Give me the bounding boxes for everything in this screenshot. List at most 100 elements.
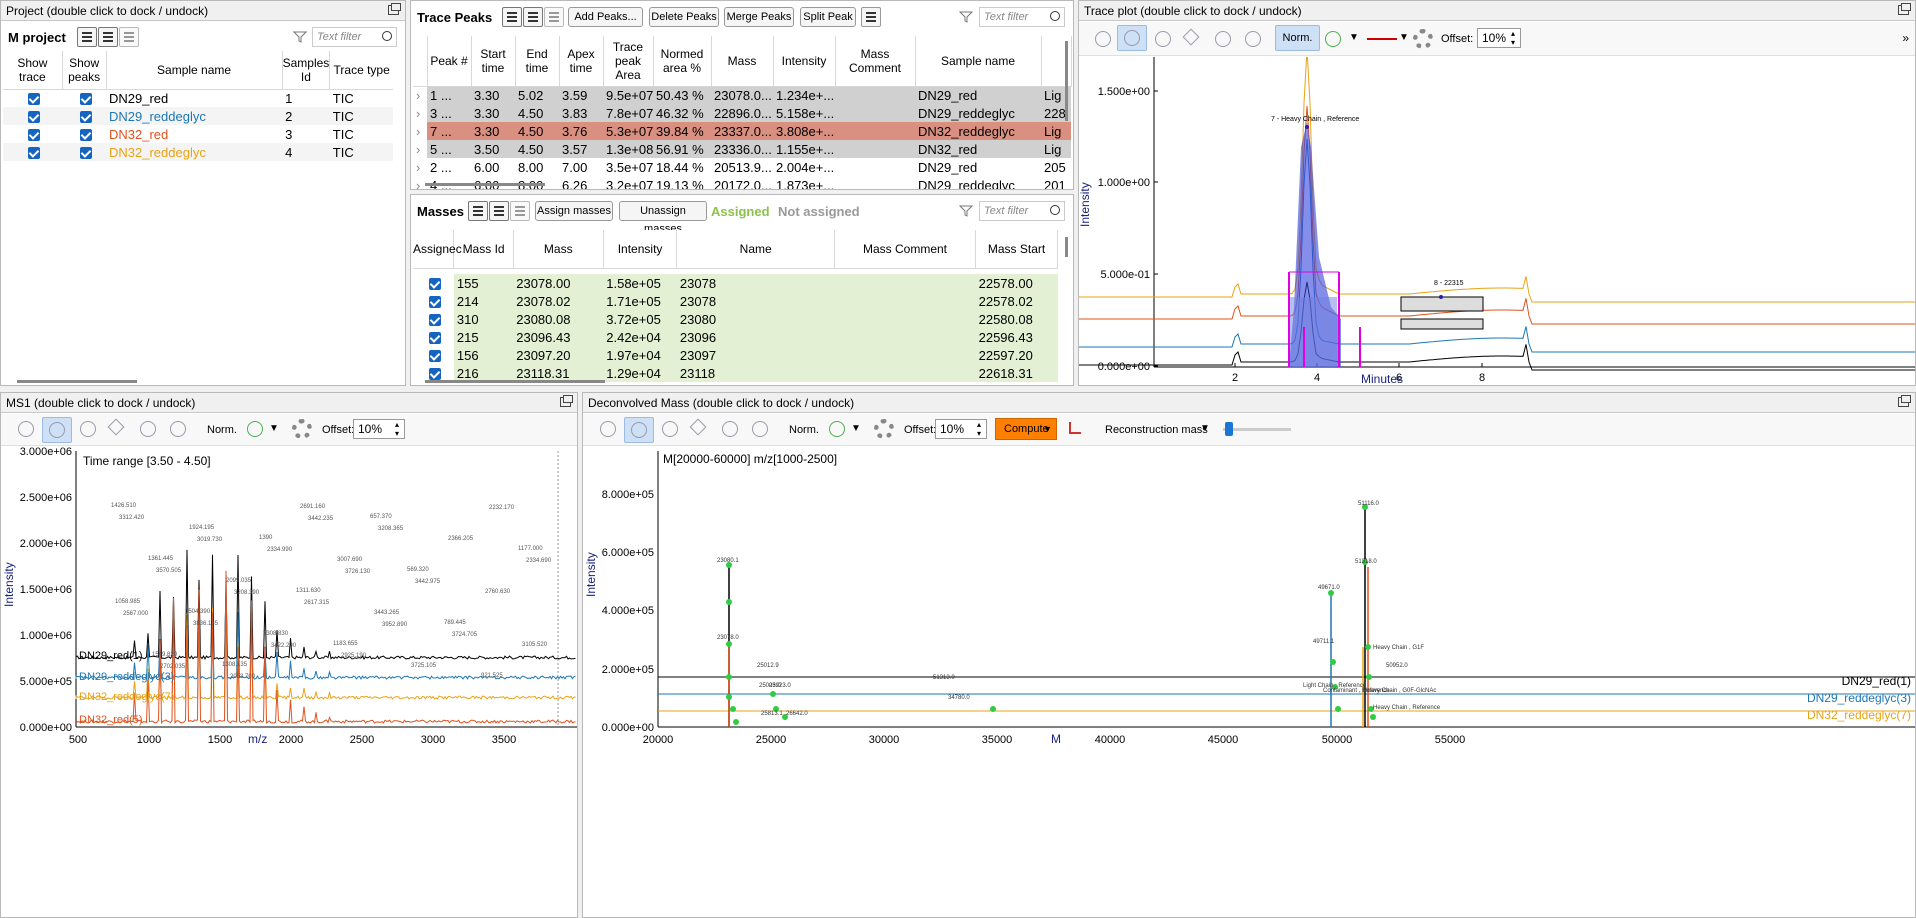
col-samples-id[interactable]: Samples Id xyxy=(282,51,331,90)
offset-spinbox[interactable]: 10% xyxy=(1477,28,1521,48)
horizontal-scrollbar[interactable] xyxy=(425,183,545,186)
undock-icon[interactable] xyxy=(1898,3,1911,15)
assigned-checkbox[interactable] xyxy=(428,296,441,309)
sort-desc-icon[interactable] xyxy=(489,201,509,221)
settings-gear-icon[interactable] xyxy=(874,419,894,439)
pan-icon[interactable] xyxy=(107,418,125,436)
compute-button[interactable]: Compute ▼ xyxy=(995,418,1057,440)
more-icon[interactable]: » xyxy=(1902,31,1909,45)
delete-peaks-button[interactable]: Delete Peaks xyxy=(649,7,719,27)
table-row[interactable]: DN32_red 3 TIC xyxy=(3,125,393,143)
zoom-peak-icon[interactable] xyxy=(861,7,881,27)
merge-peaks-button[interactable]: Merge Peaks xyxy=(724,7,794,27)
peaks-col-header[interactable]: Trace peak Area xyxy=(603,36,654,87)
sort-desc-icon[interactable] xyxy=(98,27,118,47)
apex-marker[interactable] xyxy=(1305,125,1309,129)
masses-col-header[interactable]: Assignec xyxy=(413,230,462,269)
assigned-cell[interactable] xyxy=(413,346,454,364)
decon-title[interactable]: Deconvolved Mass (double click to dock /… xyxy=(583,393,1915,413)
trace-plot-title[interactable]: Trace plot (double click to dock / undoc… xyxy=(1079,1,1915,21)
reconstruction-mass-select[interactable]: Reconstruction mass xyxy=(1105,424,1208,436)
trace-line[interactable] xyxy=(1079,57,1916,303)
col-show-trace[interactable]: Show trace xyxy=(3,51,63,90)
peak-marker[interactable] xyxy=(726,694,732,700)
zoom-out-icon[interactable] xyxy=(80,421,96,437)
horizontal-scrollbar[interactable] xyxy=(425,380,605,383)
peaks-col-header[interactable]: Mass Comment xyxy=(835,36,916,87)
settings-gear-icon[interactable] xyxy=(1413,29,1433,49)
dropdown-arrow-icon[interactable]: ▼ xyxy=(1349,32,1359,43)
masses-col-header[interactable]: Intensity xyxy=(603,230,678,269)
vertical-scrollbar[interactable] xyxy=(1065,41,1068,121)
offset-spinbox[interactable]: 10% xyxy=(935,419,987,439)
norm-toggle[interactable]: Norm. xyxy=(1275,25,1320,51)
sort-asc-icon[interactable] xyxy=(77,27,97,47)
ms1-chart[interactable]: 3.000e+06 2.500e+06 2.000e+06 1.500e+06 1.00… xyxy=(1,447,578,918)
search-icon[interactable] xyxy=(1050,11,1060,21)
assigned-checkbox[interactable] xyxy=(428,278,441,291)
peak-row[interactable]: › 3 ... 3.30 4.50 3.83 7.8e+07 46.32 % 22896.0.… xyxy=(413,104,1071,122)
assigned-checkbox[interactable] xyxy=(428,368,441,381)
norm-toggle[interactable]: Norm. xyxy=(207,424,237,436)
masses-col-header[interactable]: Mass Start xyxy=(975,230,1058,269)
settings-gear-icon[interactable] xyxy=(292,419,312,439)
zoom-out-icon[interactable] xyxy=(662,421,678,437)
split-peak-button[interactable]: Split Peak xyxy=(800,7,856,27)
peak-row[interactable]: › 1 ... 3.30 5.02 3.59 9.5e+07 50.43 % 23078.0.… xyxy=(413,86,1071,104)
export-icon[interactable] xyxy=(544,7,564,27)
assigned-toggle[interactable]: Assigned xyxy=(711,204,770,219)
show-peaks-checkbox[interactable] xyxy=(79,93,92,106)
ms1-spectrum[interactable] xyxy=(75,603,576,701)
show-trace-checkbox[interactable] xyxy=(28,93,41,106)
peak-pick-icon[interactable] xyxy=(1069,422,1081,434)
show-trace-cell[interactable] xyxy=(3,143,62,161)
expand-arrow-icon[interactable]: › xyxy=(413,158,427,176)
vertical-scrollbar[interactable] xyxy=(1065,237,1068,257)
sort-asc-icon[interactable] xyxy=(502,7,522,27)
mass-row[interactable]: 214 23078.02 1.71e+05 23078 22578.02 xyxy=(413,292,1058,310)
col-trace-type[interactable]: Trace type xyxy=(329,51,393,90)
zoom-fit-icon[interactable] xyxy=(600,421,616,437)
auto-zoom-icon[interactable] xyxy=(1325,31,1341,47)
mass-row[interactable]: 156 23097.20 1.97e+04 23097 22597.20 xyxy=(413,346,1058,364)
show-peaks-cell[interactable] xyxy=(62,125,106,143)
table-row[interactable]: DN29_reddeglyc 2 TIC xyxy=(3,107,393,125)
zoom-fit-icon[interactable] xyxy=(1095,31,1111,47)
col-sample-name[interactable]: Sample name xyxy=(106,51,283,90)
assigned-checkbox[interactable] xyxy=(428,350,441,363)
sort-desc-icon[interactable] xyxy=(523,7,543,27)
dropdown-arrow-icon[interactable]: ▼ xyxy=(1399,32,1409,43)
expand-arrow-icon[interactable]: › xyxy=(413,122,427,140)
auto-zoom-icon[interactable] xyxy=(247,421,263,437)
dropdown-arrow-icon[interactable]: ▼ xyxy=(851,423,861,434)
show-peaks-checkbox[interactable] xyxy=(79,111,92,124)
zoom-in-tool[interactable] xyxy=(1117,25,1147,51)
sort-asc-icon[interactable] xyxy=(468,201,488,221)
expand-arrow-icon[interactable]: › xyxy=(413,104,427,122)
trace-line[interactable] xyxy=(1079,138,1916,353)
peaks-col-header[interactable]: End time xyxy=(515,36,560,87)
peak-row[interactable]: › 2 ... 6.00 8.00 7.00 3.5e+07 18.44 % 20513.9.… xyxy=(413,158,1071,176)
expand-arrow-icon[interactable]: › xyxy=(413,86,427,104)
show-peaks-checkbox[interactable] xyxy=(79,129,92,142)
undock-icon[interactable] xyxy=(1898,395,1911,407)
mass-row[interactable]: 310 23080.08 3.72e+05 23080 22580.08 xyxy=(413,310,1058,328)
masses-col-header[interactable]: Mass xyxy=(513,230,604,269)
reconstruction-slider-track[interactable] xyxy=(1223,428,1291,431)
peak-marker[interactable] xyxy=(1370,714,1376,720)
project-filter-input[interactable]: Text filter xyxy=(312,27,397,47)
zoom-in-tool[interactable] xyxy=(624,417,654,443)
add-peaks-button[interactable]: Add Peaks... xyxy=(568,7,643,27)
masses-filter-input[interactable]: Text filter xyxy=(979,201,1065,221)
line-style-icon[interactable] xyxy=(1367,38,1397,40)
mass-row[interactable]: 155 23078.00 1.58e+05 23078 22578.00 xyxy=(413,274,1058,292)
peaks-col-header[interactable]: Intensity xyxy=(773,36,836,87)
peak-marker[interactable] xyxy=(1335,706,1341,712)
peak-marker[interactable] xyxy=(726,641,732,647)
show-trace-cell[interactable] xyxy=(3,89,62,107)
horizontal-scrollbar[interactable] xyxy=(17,380,137,383)
masses-col-header[interactable]: Mass Id xyxy=(453,230,514,269)
zoom-forward-icon[interactable] xyxy=(1245,31,1261,47)
offset-spinbox[interactable]: 10% xyxy=(353,419,405,439)
peak-marker[interactable] xyxy=(1365,644,1371,650)
